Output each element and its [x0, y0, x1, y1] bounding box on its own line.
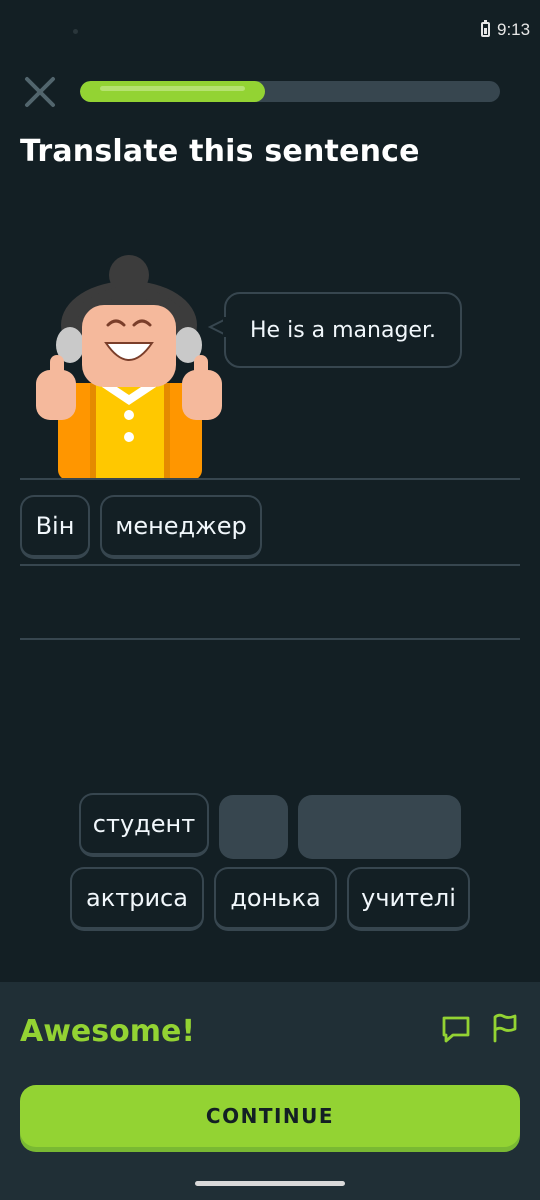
flag-icon [493, 1013, 517, 1043]
word-bank-slot-used [298, 795, 461, 859]
progress-fill [80, 81, 265, 102]
word-bank-chip-aktrysa[interactable]: актриса [70, 867, 204, 931]
character-avatar-icon [36, 255, 222, 480]
progress-shine [100, 86, 245, 91]
word-bank-chip-label: актриса [86, 884, 188, 912]
continue-button-label: CONTINUE [205, 1104, 335, 1128]
speech-bubble: He is a manager. [224, 292, 462, 368]
lesson-screen: 9:13 Translate this sentence He is a man… [0, 0, 540, 1200]
speech-text: He is a manager. [250, 317, 436, 343]
report-button[interactable] [488, 1011, 520, 1043]
answer-line-bottom [20, 638, 520, 640]
feedback-title: Awesome! [20, 1014, 196, 1049]
word-bank-chip-label: донька [230, 884, 321, 912]
word-bank-chip-label: студент [92, 810, 196, 838]
discuss-button[interactable] [440, 1013, 472, 1045]
continue-button[interactable]: CONTINUE [20, 1085, 520, 1147]
home-indicator[interactable] [195, 1181, 345, 1186]
word-bank-chip-uchyteli[interactable]: учителі [347, 867, 470, 931]
word-bank-chip-label: учителі [361, 884, 456, 912]
word-bank-chip-student[interactable]: студент [79, 793, 209, 857]
status-time: 9:13 [497, 20, 531, 39]
speech-bubble-joint [223, 317, 227, 337]
word-bank-chip-donka[interactable]: донька [214, 867, 337, 931]
close-icon [25, 77, 55, 107]
character-illustration [30, 255, 230, 480]
answer-chip-menedzher[interactable]: менеджер [100, 495, 262, 559]
lesson-progress-bar [80, 81, 500, 102]
battery-icon [481, 20, 490, 37]
page-title: Translate this sentence [20, 134, 420, 169]
answer-chip-label: менеджер [115, 512, 247, 540]
word-bank-slot-used [219, 795, 288, 859]
answer-chip-vin[interactable]: Він [20, 495, 90, 559]
answer-line-top [20, 478, 520, 480]
close-button[interactable] [20, 72, 60, 112]
comment-icon [442, 1016, 470, 1043]
answer-line-middle [20, 564, 520, 566]
answer-chip-label: Він [35, 512, 75, 540]
status-bar: 9:13 [0, 0, 540, 60]
camera-dot [73, 29, 78, 34]
